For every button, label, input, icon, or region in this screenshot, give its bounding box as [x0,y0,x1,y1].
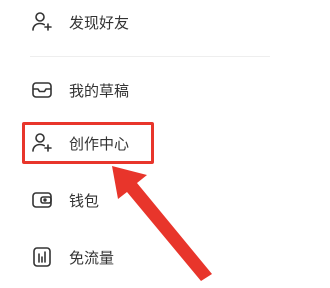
menu-item-label: 发现好友 [69,14,130,32]
data-free-icon [30,245,54,269]
drafts-icon [30,78,54,102]
menu-item-label: 我的草稿 [69,82,130,100]
menu-item-wallet[interactable]: 钱包 [30,185,99,215]
menu-item-discover-friends[interactable]: 发现好友 [30,7,129,37]
menu-item-my-drafts[interactable]: 我的草稿 [30,75,129,105]
highlight-box [22,122,154,164]
menu-item-label: 钱包 [69,192,100,210]
menu-item-data-free[interactable]: 免流量 [30,242,114,272]
add-friend-icon [30,10,54,34]
menu-divider [30,56,270,57]
menu-item-label: 免流量 [69,249,115,267]
wallet-icon [30,188,54,212]
